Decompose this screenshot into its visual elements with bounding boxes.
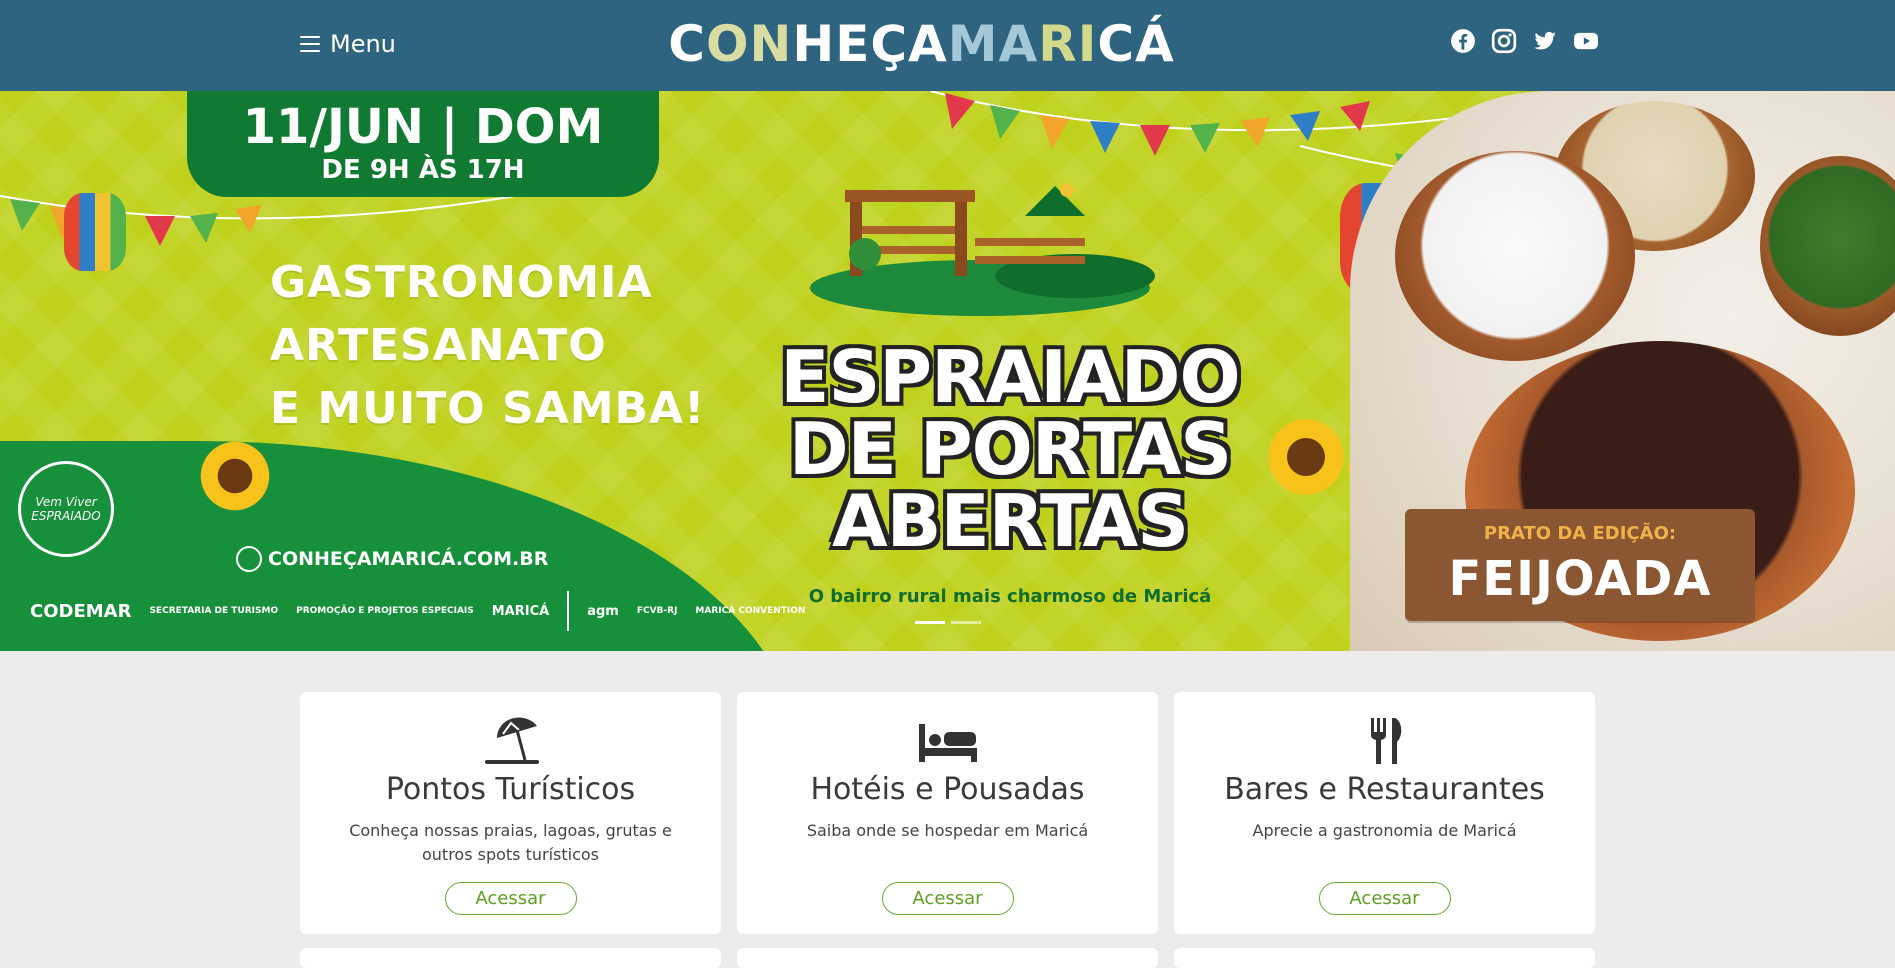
bed-icon (918, 716, 978, 766)
lantern-icon (64, 193, 126, 271)
site-logo[interactable]: C ON HEÇA MA RI CÁ (668, 12, 1173, 76)
card-title: Pontos Turísticos (385, 772, 636, 807)
hero-banner[interactable]: 11/JUN | DOM DE 9H ÀS 17H GASTRONOMIA AR… (0, 91, 1895, 651)
sunflower-icon (195, 436, 275, 516)
fork-knife-icon (1355, 716, 1415, 766)
card-title: Bares e Restaurantes (1224, 772, 1545, 807)
feature-line: E MUITO SAMBA! (270, 383, 706, 434)
dish-label: PRATO DA EDIÇÃO: (1483, 523, 1677, 544)
card-hoteis-pousadas: Hotéis e Pousadas Saiba onde se hospedar… (737, 692, 1158, 934)
partner-logo: MARICÁ (491, 603, 550, 619)
partner-logo: SECRETARIA DE TURISMO (149, 605, 279, 616)
card-partial (1174, 948, 1595, 968)
access-button[interactable]: Acessar (444, 882, 577, 915)
beach-umbrella-icon (481, 716, 541, 766)
card-description: Saiba onde se hospedar em Maricá (806, 821, 1089, 840)
sunflower-icon (1262, 413, 1350, 501)
facebook-icon[interactable] (1450, 28, 1476, 54)
social-links (1450, 28, 1599, 54)
partner-logo: MARICÁ CONVENTION (695, 605, 806, 616)
event-date: 11/JUN | DOM (242, 99, 604, 155)
partner-logo: CODEMAR (30, 600, 132, 622)
farm-gate-illustration (810, 183, 1155, 316)
youtube-icon[interactable] (1573, 28, 1599, 54)
next-cards-row (300, 948, 1595, 968)
event-date-tab: 11/JUN | DOM DE 9H ÀS 17H (187, 91, 659, 197)
rice-bowl-image (1395, 151, 1635, 361)
access-button[interactable]: Acessar (881, 882, 1014, 915)
espraiado-badge: Vem Viver ESPRAIADO (18, 461, 114, 557)
partner-logo: agm (587, 603, 619, 619)
category-cards: Pontos Turísticos Conheça nossas praias,… (300, 692, 1595, 934)
card-pontos-turisticos: Pontos Turísticos Conheça nossas praias,… (300, 692, 721, 934)
feature-line: GASTRONOMIA (270, 257, 653, 308)
card-bares-restaurantes: Bares e Restaurantes Aprecie a gastronom… (1174, 692, 1595, 934)
carousel-dot[interactable] (951, 621, 981, 624)
globe-icon (236, 546, 262, 572)
card-partial (737, 948, 1158, 968)
twitter-icon[interactable] (1532, 28, 1558, 54)
carousel-indicators (915, 621, 981, 624)
carousel-dot[interactable] (915, 621, 945, 624)
site-url: CONHEÇAMARICÁ.COM.BR (236, 546, 548, 572)
dish-of-edition-banner: PRATO DA EDIÇÃO: FEIJOADA (1405, 509, 1755, 621)
partner-logo: FCVB-RJ (636, 605, 678, 616)
divider (567, 591, 570, 631)
hamburger-icon (300, 36, 320, 52)
instagram-icon[interactable] (1491, 28, 1517, 54)
card-title: Hotéis e Pousadas (810, 772, 1085, 807)
top-navbar: Menu C ON HEÇA MA RI CÁ (0, 0, 1895, 91)
event-features: GASTRONOMIA ARTESANATO E MUITO SAMBA! (270, 251, 705, 440)
event-time: DE 9H ÀS 17H (321, 155, 525, 185)
card-partial (300, 948, 721, 968)
card-description: Conheça nossas praias, lagoas, grutas e … (349, 821, 672, 864)
partner-logos: CODEMAR SECRETARIA DE TURISMO PROMOÇÃO E… (30, 591, 805, 631)
menu-button[interactable]: Menu (300, 26, 396, 62)
dish-name: FEIJOADA (1448, 551, 1712, 607)
partner-logo: PROMOÇÃO E PROJETOS ESPECIAIS (296, 605, 474, 616)
feature-line: ARTESANATO (270, 320, 607, 371)
access-button[interactable]: Acessar (1318, 882, 1451, 915)
menu-label: Menu (330, 30, 396, 58)
event-subtitle: O bairro rural mais charmoso de Maricá (808, 586, 1212, 607)
event-title: ESPRAIADO DE PORTAS ABERTAS (780, 335, 1240, 563)
card-description: Aprecie a gastronomia de Maricá (1252, 821, 1517, 840)
